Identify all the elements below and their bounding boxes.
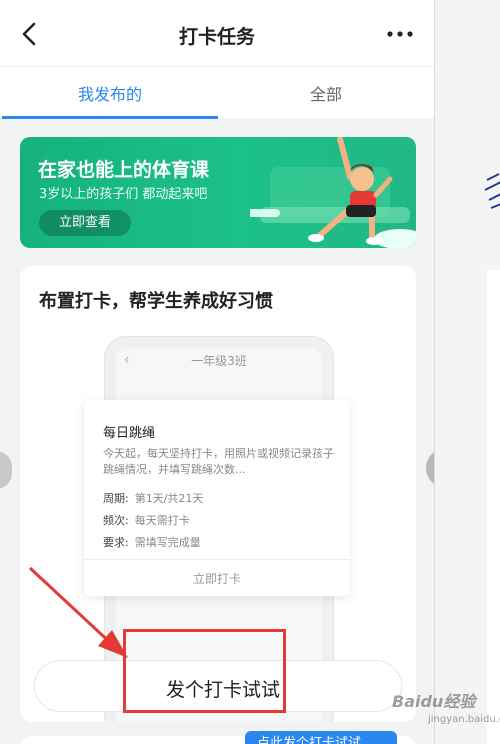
task-row-key: 频次: xyxy=(103,514,129,527)
window-edge xyxy=(487,270,500,744)
tab-bar: 我发布的 全部 xyxy=(0,66,434,119)
tab-my-published[interactable]: 我发布的 xyxy=(78,81,142,105)
tab-all[interactable]: 全部 xyxy=(310,81,342,105)
page-title: 打卡任务 xyxy=(178,26,255,48)
task-period-row: 周期: 第1天/共21天 xyxy=(103,490,203,506)
task-row-key: 要求: xyxy=(103,536,129,549)
card-title: 布置打卡，帮学生养成好习惯 xyxy=(39,291,273,312)
task-preview-card: 每日跳绳 今天起，每天坚持打卡，用照片或视频记录孩子跳绳情况，并填写跳绳次数..… xyxy=(84,400,350,596)
exercising-kid-illustration xyxy=(250,137,416,248)
task-requirement-row: 要求: 需填写完成量 xyxy=(103,534,201,550)
task-row-key: 周期: xyxy=(103,492,129,505)
banner-title: 在家也能上的体育课 xyxy=(38,159,210,181)
task-row-value: 需填写完成量 xyxy=(134,536,201,549)
annotation-highlight-box xyxy=(123,629,286,713)
banner-subtitle: 3岁以上的孩子们 都动起来吧 xyxy=(39,187,208,202)
watermark-url: jingyan.baidu.com xyxy=(428,714,500,725)
task-frequency-row: 频次: 每天需打卡 xyxy=(103,512,190,528)
mock-class-title: 一年级3班 xyxy=(191,354,247,368)
navbar: 打卡任务 xyxy=(0,0,434,66)
task-row-value: 每天需打卡 xyxy=(134,514,190,527)
divider xyxy=(84,559,350,560)
checkin-now-label: 立即打卡 xyxy=(192,572,241,586)
task-row-value: 第1天/共21天 xyxy=(134,492,204,505)
checkin-tip-tag[interactable]: 点此发个打卡试试 xyxy=(245,731,397,744)
pe-class-banner[interactable]: 在家也能上的体育课 3岁以上的孩子们 都动起来吧 立即查看 xyxy=(20,137,416,248)
more-dots-icon[interactable] xyxy=(386,26,414,42)
sketch-fragment-icon xyxy=(484,173,500,209)
banner-view-button[interactable]: 立即查看 xyxy=(39,210,131,236)
task-name: 每日跳绳 xyxy=(103,426,156,441)
screenshot: 打卡任务 我发布的 全部 在家也能上的体育课 3岁以上的孩子们 都动起来吧 立即… xyxy=(0,0,500,744)
task-description: 今天起，每天坚持打卡，用照片或视频记录孩子跳绳情况，并填写跳绳次数... xyxy=(103,447,334,476)
active-tab-indicator xyxy=(2,116,218,119)
watermark-logo: Baidu经验 xyxy=(392,692,476,711)
